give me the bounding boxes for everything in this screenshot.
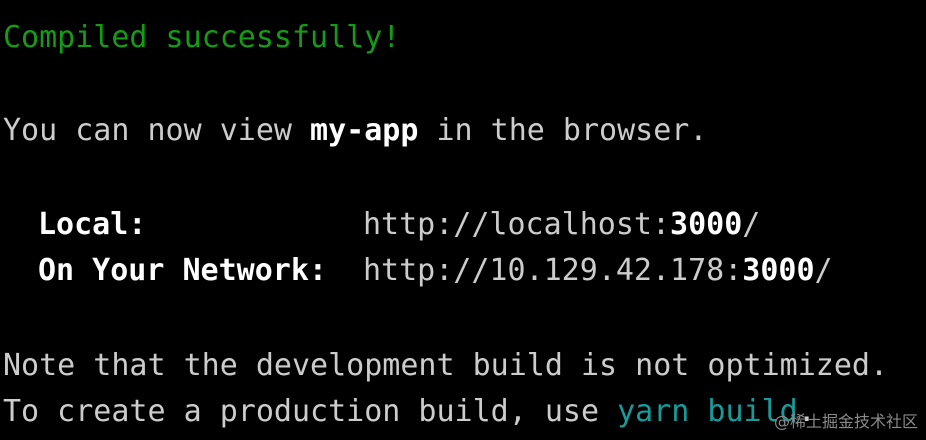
build-instruction: To create a production build, use yarn b… xyxy=(3,389,816,435)
view-prefix: You can now view xyxy=(3,113,311,148)
build-prefix: To create a production build, use xyxy=(3,394,618,429)
note-line: Note that the development build is not o… xyxy=(3,348,889,383)
build-command: yarn build xyxy=(617,394,798,429)
app-name: my-app xyxy=(310,113,419,148)
watermark-text: @稀土掘金技术社区 xyxy=(773,412,918,431)
compiled-status: Compiled successfully! xyxy=(3,20,401,55)
network-label: On Your Network: xyxy=(38,253,327,288)
local-port: 3000 xyxy=(670,207,743,242)
local-label: Local: xyxy=(38,207,147,242)
network-url-suffix: / xyxy=(814,253,833,288)
local-url-suffix: / xyxy=(742,207,761,242)
view-message: You can now view my-app in the browser. xyxy=(3,108,707,154)
terminal-output: Compiled successfully! You can now view … xyxy=(0,0,926,440)
network-url-prefix: http://10.129.42.178: xyxy=(363,253,743,288)
network-port: 3000 xyxy=(742,253,815,288)
local-url-prefix: http://localhost: xyxy=(363,207,671,242)
local-url[interactable]: http://localhost:3000/ xyxy=(363,202,760,248)
network-url[interactable]: http://10.129.42.178:3000/ xyxy=(363,248,833,294)
view-suffix: in the browser. xyxy=(418,113,708,148)
